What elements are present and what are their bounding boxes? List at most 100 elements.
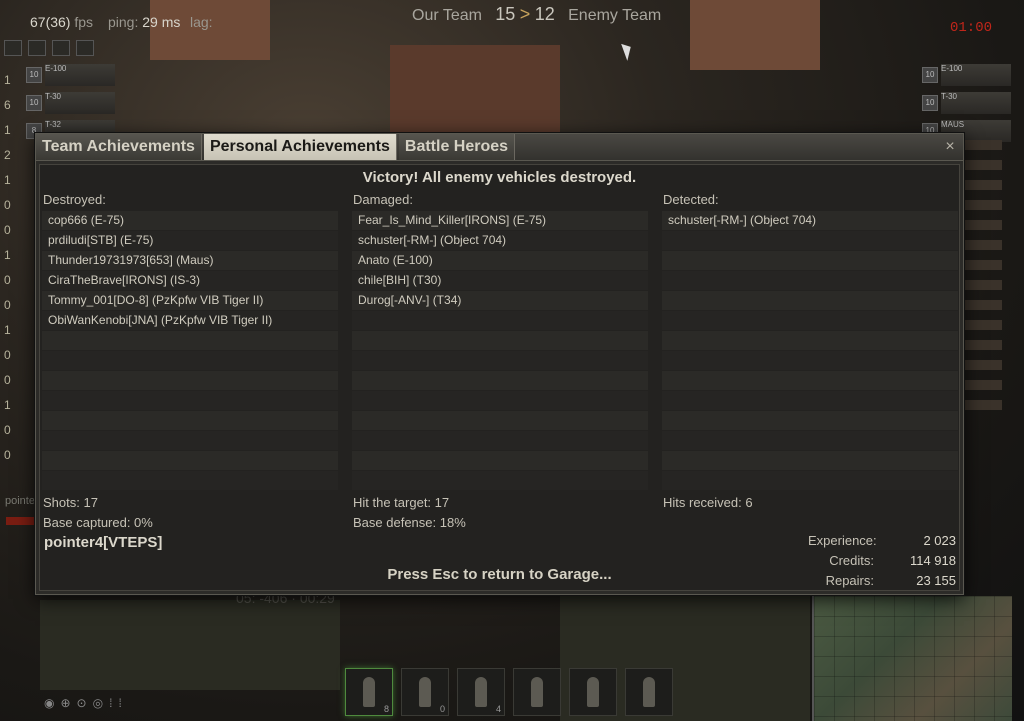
ammo-slot[interactable] (569, 668, 617, 716)
result-row (352, 411, 648, 430)
result-row (42, 451, 338, 470)
frag-count: 6 (4, 98, 11, 112)
frag-count: 1 (4, 123, 11, 137)
minimap[interactable] (812, 596, 1012, 721)
enemy-list-bars (962, 140, 1002, 420)
team-list-item: 10 E-100 (26, 62, 126, 88)
tab-team-achievements[interactable]: Team Achievements (36, 134, 202, 160)
result-row: Anato (E-100) (352, 251, 648, 270)
frag-count: 0 (4, 273, 11, 287)
result-row: Thunder19731973[653] (Maus) (42, 251, 338, 270)
base-defense-stat: Base defense: 18% (353, 515, 466, 530)
result-row (662, 411, 958, 430)
result-row (42, 331, 338, 350)
result-row (662, 451, 958, 470)
target-icon[interactable]: ⊙ (77, 696, 87, 710)
health-strip (6, 517, 36, 525)
result-row (662, 231, 958, 250)
headset-icon[interactable]: ◎ (93, 696, 103, 710)
result-row (352, 451, 648, 470)
tab-personal-achievements[interactable]: Personal Achievements (203, 134, 397, 160)
info-icon[interactable] (28, 40, 46, 56)
frag-count: 0 (4, 223, 11, 237)
esc-hint: Press Esc to return to Garage... (387, 566, 612, 583)
results-tabs: Team Achievements Personal Achievements … (36, 134, 963, 161)
team-list-item: 10 E-100 (922, 62, 1022, 88)
team-list-item: 10 T-30 (922, 90, 1022, 116)
hud-toggle-icons (4, 40, 94, 56)
bottom-hud-icons: ◉ ⊕ ⊙ ◎ ⁞ ⁞ (44, 696, 122, 710)
crosshair-icon[interactable]: ⊕ (60, 696, 70, 710)
tank-name: E-100 (941, 64, 1011, 86)
frag-count: 1 (4, 73, 11, 87)
ammo-count: 8 (383, 704, 389, 714)
ammo-count: 0 (439, 704, 445, 714)
result-row (662, 391, 958, 410)
result-row (352, 331, 648, 350)
shell-icon (419, 677, 431, 707)
extra-ammo-icon[interactable]: ⁞ (118, 696, 121, 710)
frag-count: 1 (4, 323, 11, 337)
frag-count: 0 (4, 298, 11, 312)
damaged-column: Damaged: Fear_Is_Mind_Killer[IRONS] (E-7… (352, 191, 648, 491)
battle-results-dialog: Team Achievements Personal Achievements … (35, 133, 964, 595)
column-header: Detected: (663, 192, 719, 207)
frag-count: 0 (4, 198, 11, 212)
result-row (352, 431, 648, 450)
result-row (352, 351, 648, 370)
result-row: Fear_Is_Mind_Killer[IRONS] (E-75) (352, 211, 648, 230)
result-row (662, 471, 958, 490)
left-frag-counts: 1 6 1 2 1 0 0 1 0 0 1 0 0 1 0 0 (4, 68, 11, 468)
shell-icon (531, 677, 543, 707)
result-row (662, 371, 958, 390)
close-hud-icon[interactable] (4, 40, 22, 56)
shots-stat: Shots: 17 (43, 495, 98, 510)
base-captured-stat: Base captured: 0% (43, 515, 153, 530)
ammo-count: 4 (495, 704, 501, 714)
shell-icon (643, 677, 655, 707)
tier-badge: 10 (26, 95, 42, 111)
ammo-slot[interactable]: 0 (401, 668, 449, 716)
lag-readout: lag: (190, 14, 213, 30)
ammo-icon[interactable]: ⁞ (109, 696, 112, 710)
ammo-slot[interactable]: 4 (457, 668, 505, 716)
hits-received-stat: Hits received: 6 (663, 495, 753, 510)
shell-icon (363, 677, 375, 707)
result-row: ObiWanKenobi[JNA] (PzKpfw VIB Tiger II) (42, 311, 338, 330)
result-row (662, 271, 958, 290)
frag-count: 1 (4, 173, 11, 187)
destroyed-column: Destroyed: cop666 (E-75) prdiludi[STB] (E… (42, 191, 338, 491)
ping-readout: ping: 29 ms (108, 14, 181, 30)
result-row: prdiludi[STB] (E-75) (42, 231, 338, 250)
frag-count: 0 (4, 448, 11, 462)
frag-count: 0 (4, 348, 11, 362)
close-icon[interactable]: × (941, 138, 959, 156)
list-icon[interactable] (52, 40, 70, 56)
binoculars-icon[interactable]: ◉ (44, 696, 54, 710)
result-row (352, 371, 648, 390)
tab-battle-heroes[interactable]: Battle Heroes (398, 134, 516, 160)
result-row: Durog[-ANV-] (T34) (352, 291, 648, 310)
tank-name: T-30 (941, 92, 1011, 114)
menu-icon[interactable] (76, 40, 94, 56)
battle-result-headline: Victory! All enemy vehicles destroyed. (362, 169, 637, 186)
result-row (42, 411, 338, 430)
battle-timer: 01:00 (950, 20, 993, 36)
shooting-stats: Shots: 17 Base captured: 0% (43, 493, 153, 533)
shell-icon (587, 677, 599, 707)
column-header: Damaged: (353, 192, 413, 207)
result-row (662, 291, 958, 310)
ammo-slot[interactable] (625, 668, 673, 716)
result-row (662, 251, 958, 270)
result-row (662, 351, 958, 370)
result-row (352, 471, 648, 490)
result-row: cop666 (E-75) (42, 211, 338, 230)
hit-target-stat: Hit the target: 17 (353, 495, 450, 510)
hit-stats: Hit the target: 17 Base defense: 18% (353, 493, 466, 533)
result-row (662, 331, 958, 350)
result-row (662, 311, 958, 330)
ammo-slot[interactable]: 8 (345, 668, 393, 716)
ammo-slot[interactable] (513, 668, 561, 716)
column-header: Destroyed: (43, 192, 106, 207)
ammo-bar: 8 0 4 (345, 668, 673, 716)
